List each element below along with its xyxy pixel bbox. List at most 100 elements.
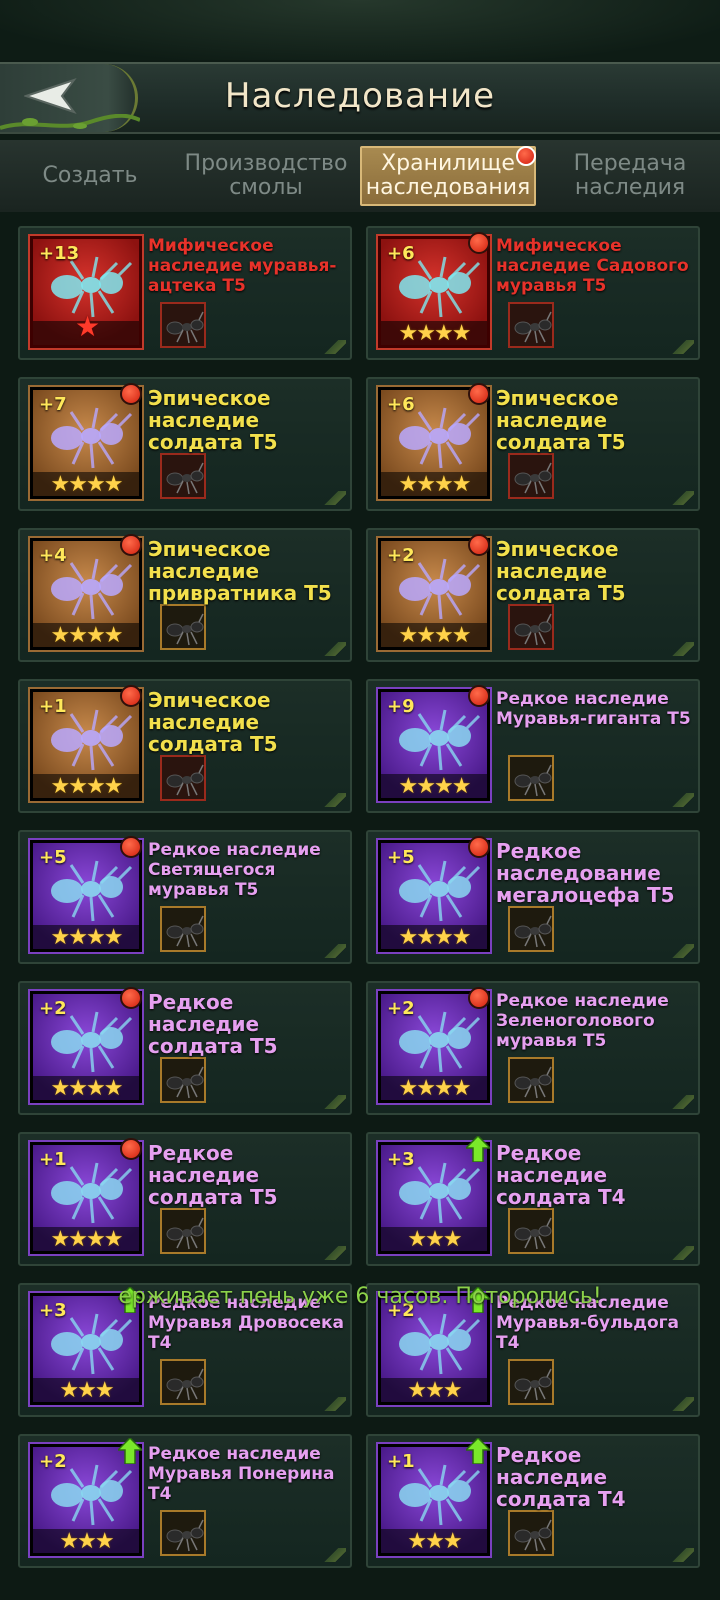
tab-resin-production[interactable]: Производство смолы: [178, 146, 354, 206]
inheritance-card[interactable]: +1 ★★★★ Эпическое наследие солдата T5: [18, 679, 352, 813]
star-rating: ★★★: [381, 1378, 487, 1402]
ant-thumbnail: [160, 1208, 206, 1254]
inheritance-card[interactable]: +5 ★★★★ Редкое наследие Светящегося муравь…: [18, 830, 352, 964]
ant-thumbnail-icon: [514, 764, 552, 797]
star-rating: ★★★: [33, 1378, 139, 1402]
inheritance-card[interactable]: +5 ★★★★ Редкое наследование мегалоцефа T5: [366, 830, 700, 964]
star-rating: ★★★★: [381, 925, 487, 949]
inheritance-card[interactable]: +1 ★★★ Редкое наследие солдата T4: [366, 1434, 700, 1568]
inheritance-name: Редкое наследие солдата T5: [148, 990, 278, 1058]
ant-thumbnail-icon: [514, 613, 552, 646]
ant-thumbnail: [508, 1510, 554, 1556]
inheritance-card[interactable]: +4 ★★★★ Эпическое наследие привратника T5: [18, 528, 352, 662]
level-label: +5: [387, 847, 415, 868]
inheritance-card[interactable]: +6 ★★★★ Мифическое наследие Садового мурав…: [366, 226, 700, 360]
inheritance-name: Редкое наследие Светящегося муравья T5: [148, 840, 321, 900]
tab-inheritance-storage-label: Хранилище наследования: [365, 151, 531, 200]
inheritance-name: Редкое наследие солдата T4: [496, 1443, 626, 1511]
notification-dot-icon: [516, 146, 536, 166]
inheritance-card[interactable]: +2 ★★★ Редкое наследие Муравья Понерина T4: [18, 1434, 352, 1568]
level-label: +1: [39, 1149, 67, 1170]
inheritance-card[interactable]: +1 ★★★★ Редкое наследие солдата T5: [18, 1132, 352, 1266]
level-label: +3: [387, 1149, 415, 1170]
ant-thumbnail-icon: [166, 1066, 204, 1099]
ant-thumbnail: [508, 453, 554, 499]
tab-inheritance-storage[interactable]: Хранилище наследования: [360, 146, 536, 206]
ant-thumbnail-icon: [166, 1519, 204, 1552]
star-rating: ★★★★: [381, 472, 487, 496]
inheritance-card[interactable]: +9 ★★★★ Редкое наследие Муравья-гиганта T5: [366, 679, 700, 813]
inheritance-name: Редкое наследование мегалоцефа T5: [496, 839, 675, 907]
tab-bar: Создать Производство смолы Хранилище нас…: [0, 140, 720, 212]
inheritance-name: Редкое наследие Муравья-гиганта T5: [496, 689, 691, 729]
tab-legacy-transfer[interactable]: Передача наследия: [542, 146, 718, 206]
star-rating: ★★★★: [33, 623, 139, 647]
ant-thumbnail: [508, 302, 554, 348]
inheritance-name: Редкое наследие солдата T4: [496, 1141, 626, 1209]
star-rating: ★★★★: [381, 623, 487, 647]
notification-dot-icon: [120, 987, 142, 1009]
ant-thumbnail-icon: [166, 764, 204, 797]
inheritance-name: Мифическое наследие муравья-ацтека T5: [148, 236, 337, 296]
tab-create[interactable]: Создать: [2, 146, 178, 206]
star-rating: ★★★: [33, 1529, 139, 1553]
notification-dot-icon: [120, 1138, 142, 1160]
header-bar: Наследование: [0, 62, 720, 134]
ant-thumbnail-icon: [166, 462, 204, 495]
level-label: +4: [39, 545, 67, 566]
ant-thumbnail-icon: [166, 915, 204, 948]
level-label: +6: [387, 243, 415, 264]
inheritance-card[interactable]: +3 ★★★ Редкое наследие солдата T4: [366, 1132, 700, 1266]
level-label: +5: [39, 847, 67, 868]
ant-thumbnail: [160, 1359, 206, 1405]
ant-thumbnail: [160, 604, 206, 650]
inheritance-card[interactable]: +2 ★★★★ Редкое наследие Зеленоголового мур…: [366, 981, 700, 1115]
upgrade-arrow-icon: [116, 1436, 144, 1468]
ant-thumbnail-icon: [514, 1519, 552, 1552]
star-rating: ★★★★: [33, 472, 139, 496]
notification-dot-icon: [468, 383, 490, 405]
ant-thumbnail: [508, 755, 554, 801]
notification-dot-icon: [468, 836, 490, 858]
ant-thumbnail: [160, 1057, 206, 1103]
upgrade-arrow-icon: [464, 1134, 492, 1166]
inheritance-name: Эпическое наследие солдата T5: [496, 386, 626, 454]
level-label: +2: [387, 545, 415, 566]
level-label: +2: [39, 998, 67, 1019]
ant-thumbnail: [508, 604, 554, 650]
ant-thumbnail-icon: [166, 1368, 204, 1401]
ant-thumbnail-icon: [166, 1217, 204, 1250]
level-label: +1: [387, 1451, 415, 1472]
inheritance-card[interactable]: +7 ★★★★ Эпическое наследие солдата T5: [18, 377, 352, 511]
ant-thumbnail: [508, 1057, 554, 1103]
star-rating: ★★★★: [33, 774, 139, 798]
inheritance-card[interactable]: +6 ★★★★ Эпическое наследие солдата T5: [366, 377, 700, 511]
ant-thumbnail: [508, 1208, 554, 1254]
inheritance-name: Эпическое наследие привратника T5: [148, 537, 332, 605]
inheritance-card[interactable]: +2 ★★★★ Эпическое наследие солдата T5: [366, 528, 700, 662]
ant-thumbnail-icon: [166, 311, 204, 344]
page-title: Наследование: [224, 76, 496, 116]
level-label: +1: [39, 696, 67, 717]
star-rating: ★★★★: [33, 1076, 139, 1100]
ant-thumbnail: [160, 906, 206, 952]
ant-thumbnail: [160, 755, 206, 801]
star-rating: ★★★★: [381, 774, 487, 798]
notification-dot-icon: [120, 383, 142, 405]
inheritance-name: Эпическое наследие солдата T5: [148, 386, 278, 454]
ant-thumbnail: [508, 906, 554, 952]
star-rating: ★★★★: [381, 1076, 487, 1100]
inheritance-name: Эпическое наследие солдата T5: [496, 537, 626, 605]
level-label: +2: [39, 1451, 67, 1472]
ant-thumbnail-icon: [514, 462, 552, 495]
star-rating: ★★★★: [381, 321, 487, 345]
ant-thumbnail-icon: [514, 1368, 552, 1401]
vine-decoration: [0, 114, 140, 130]
ant-thumbnail: [160, 1510, 206, 1556]
notification-dot-icon: [468, 685, 490, 707]
ant-thumbnail: [160, 453, 206, 499]
inheritance-card[interactable]: +2 ★★★★ Редкое наследие солдата T5: [18, 981, 352, 1115]
red-star-icon: ★: [75, 310, 101, 343]
inheritance-card[interactable]: +13 ★ Мифическое наследие муравья-ацтека T…: [18, 226, 352, 360]
level-label: +7: [39, 394, 67, 415]
